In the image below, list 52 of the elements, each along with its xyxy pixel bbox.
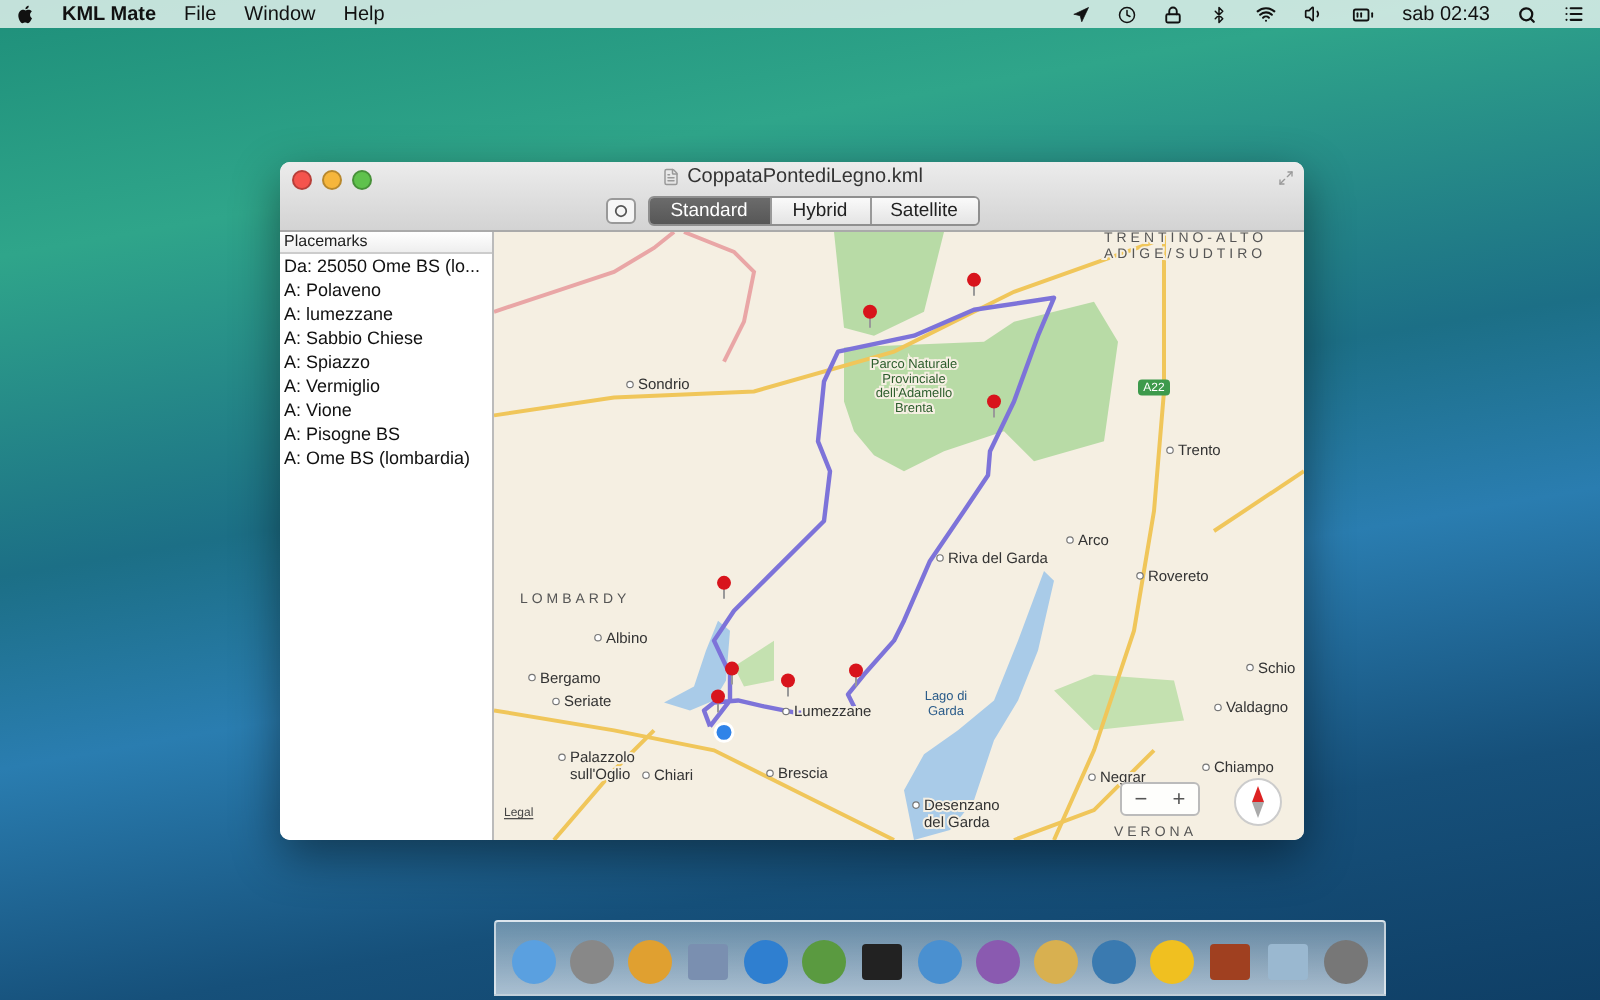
close-button[interactable] <box>292 170 312 190</box>
placemark-item[interactable]: A: Vione <box>280 398 492 422</box>
zoom-button[interactable] <box>352 170 372 190</box>
volume-icon[interactable] <box>1304 4 1325 24</box>
menu-item[interactable]: Window <box>244 3 316 25</box>
placemark-item[interactable]: Da: 25050 Ome BS (lo... <box>280 254 492 278</box>
placemark-item[interactable]: A: lumezzane <box>280 302 492 326</box>
map-type-tab[interactable]: Hybrid <box>769 198 869 224</box>
map-pin-icon[interactable] <box>725 661 739 686</box>
map-pin-icon[interactable] <box>781 673 795 698</box>
placemark-item[interactable]: A: Pisogne BS <box>280 422 492 446</box>
placemark-item[interactable]: A: Spiazzo <box>280 350 492 374</box>
map-pin-icon[interactable] <box>849 663 863 688</box>
map-pin-icon[interactable] <box>717 575 731 600</box>
map-view[interactable] <box>494 232 1304 840</box>
lock-icon[interactable] <box>1164 5 1183 23</box>
placemark-item[interactable]: A: Vermiglio <box>280 374 492 398</box>
zoom-in-button[interactable]: + <box>1160 784 1198 814</box>
map-pin-icon[interactable] <box>967 272 981 297</box>
apple-logo-icon[interactable] <box>16 4 34 24</box>
minimize-button[interactable] <box>322 170 342 190</box>
placemark-item[interactable]: A: Ome BS (lombardia) <box>280 446 492 470</box>
map-type-tab[interactable]: Satellite <box>869 198 977 224</box>
map-type-tab[interactable]: Standard <box>649 198 769 224</box>
fullscreen-icon[interactable] <box>1278 170 1294 186</box>
current-location-dot <box>713 721 735 743</box>
document-icon <box>661 168 680 186</box>
battery-icon[interactable] <box>1352 3 1375 25</box>
lake-area <box>664 620 730 711</box>
menu-item[interactable]: Help <box>343 3 385 25</box>
road-line <box>1212 469 1304 533</box>
compass-needle-icon <box>1252 786 1264 818</box>
map-pin-icon[interactable] <box>711 689 725 714</box>
list-header: Placemarks <box>280 232 492 254</box>
clock-text[interactable]: sab 02:43 <box>1402 3 1490 25</box>
placemark-item[interactable]: A: Polaveno <box>280 278 492 302</box>
window-title: CoppataPontediLegno.kml <box>687 166 923 188</box>
clock-icon[interactable] <box>1118 5 1137 23</box>
location-arrow-icon[interactable] <box>1072 5 1091 23</box>
app-menu[interactable]: KML Mate <box>62 3 157 25</box>
menu-item[interactable]: File <box>184 3 217 25</box>
circle-icon <box>613 204 627 218</box>
bluetooth-icon[interactable] <box>1210 5 1229 23</box>
map-pin-icon[interactable] <box>863 304 877 329</box>
search-icon[interactable] <box>1518 5 1536 23</box>
compass-button[interactable] <box>1234 778 1282 826</box>
list-icon[interactable] <box>1564 4 1584 24</box>
location-button[interactable] <box>605 198 635 224</box>
placemark-item[interactable]: A: Sabbio Chiese <box>280 326 492 350</box>
zoom-out-button[interactable]: − <box>1122 784 1160 814</box>
map-pin-icon[interactable] <box>987 394 1001 419</box>
wifi-icon[interactable] <box>1256 4 1277 24</box>
